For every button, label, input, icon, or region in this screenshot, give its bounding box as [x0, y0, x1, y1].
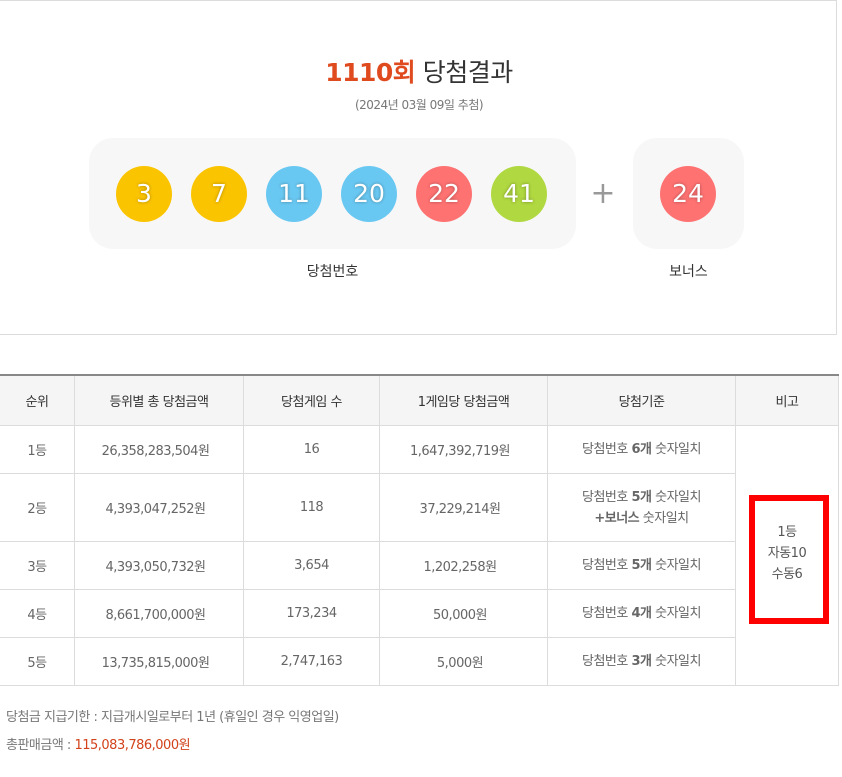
criteria-text: 당첨번호 [582, 442, 632, 457]
payment-deadline-text: 당첨금 지급기한 : 지급개시일로부터 1년 (휴일인 경우 익영업일) [6, 710, 339, 725]
total-sales-text: 총판매금액 : 115,083,786,000원 [6, 734, 191, 753]
criteria-cell: 당첨번호 3개 숫자일치 [547, 637, 736, 686]
header-rank: 순위 [0, 374, 75, 426]
criteria-count: 6개 [631, 442, 652, 457]
winning-games-cell: 2,747,163 [243, 637, 380, 686]
criteria-cell: 당첨번호 5개 숫자일치 [547, 541, 736, 590]
header-note: 비고 [735, 374, 839, 426]
rank-cell: 5등 [0, 637, 75, 686]
criteria-text: 숫자일치 [651, 442, 701, 457]
prize-per-game-cell: 37,229,214원 [379, 473, 548, 542]
header-criteria: 당첨기준 [547, 374, 736, 426]
header-total-prize: 등위별 총 당첨금액 [74, 374, 244, 426]
criteria-count: 5개 [631, 489, 652, 505]
criteria-bonus: +보너스 [594, 510, 640, 526]
table-row: 5등 13,735,815,000원 2,747,163 5,000원 당첨번호… [0, 637, 839, 686]
table-row: 4등 8,661,700,000원 173,234 50,000원 당첨번호 4… [0, 589, 839, 638]
round-number: 1110회 [325, 58, 416, 87]
bonus-ball: 24 [660, 166, 716, 222]
prize-per-game-cell: 50,000원 [379, 589, 548, 638]
bonus-label: 보너스 [669, 264, 708, 280]
criteria-count: 3개 [631, 654, 652, 669]
winning-ball-5: 22 [416, 166, 472, 222]
title-suffix: 당첨결과 [422, 58, 514, 87]
prize-table: 순위 등위별 총 당첨금액 당첨게임 수 1게임당 당첨금액 당첨기준 비고 1… [0, 374, 839, 686]
page-title: 1110회 당첨결과 [0, 53, 838, 89]
result-panel: 1110회 당첨결과 (2024년 03월 09일 추첨) 3 7 11 20 … [0, 0, 837, 335]
criteria-text: 숫자일치 [651, 489, 701, 505]
note-line: 수동6 [771, 567, 803, 582]
criteria-text: 숫자일치 [651, 558, 701, 573]
note-line: 1등 [777, 525, 797, 540]
rank-cell: 2등 [0, 473, 75, 542]
criteria-cell: 당첨번호 4개 숫자일치 [547, 589, 736, 638]
total-prize-cell: 26,358,283,504원 [74, 425, 244, 474]
criteria-text: 당첨번호 [582, 489, 632, 505]
table-row: 3등 4,393,050,732원 3,654 1,202,258원 당첨번호 … [0, 541, 839, 590]
table-header-row: 순위 등위별 총 당첨금액 당첨게임 수 1게임당 당첨금액 당첨기준 비고 [0, 374, 839, 426]
winning-ball-3: 11 [266, 166, 322, 222]
criteria-text: 당첨번호 [582, 558, 632, 573]
total-prize-cell: 8,661,700,000원 [74, 589, 244, 638]
winning-games-cell: 118 [243, 473, 380, 542]
winning-ball-1: 3 [116, 166, 172, 222]
total-prize-cell: 4,393,047,252원 [74, 473, 244, 542]
rank-cell: 3등 [0, 541, 75, 590]
rank-cell: 4등 [0, 589, 75, 638]
winning-numbers-label: 당첨번호 [306, 264, 359, 280]
winning-games-cell: 3,654 [243, 541, 380, 590]
winning-ball-6: 41 [491, 166, 547, 222]
note-text: 1등 자동10 수동6 [736, 522, 838, 585]
note-line: 자동10 [767, 546, 807, 561]
criteria-cell: 당첨번호 6개 숫자일치 [547, 425, 736, 474]
total-sales-label: 총판매금액 : [6, 738, 75, 753]
criteria-text: 당첨번호 [582, 654, 632, 669]
draw-date: (2024년 03월 09일 추첨) [354, 98, 484, 112]
criteria-text: 숫자일치 [639, 510, 689, 526]
criteria-count: 4개 [631, 606, 652, 621]
table-row: 2등 4,393,047,252원 118 37,229,214원 당첨번호 5… [0, 473, 839, 542]
prize-per-game-cell: 5,000원 [379, 637, 548, 686]
header-prize-per-game: 1게임당 당첨금액 [379, 374, 548, 426]
plus-icon: + [590, 176, 616, 211]
rank-cell: 1등 [0, 425, 75, 474]
criteria-text: 당첨번호 [582, 606, 632, 621]
total-prize-cell: 4,393,050,732원 [74, 541, 244, 590]
criteria-cell: 당첨번호 5개 숫자일치 +보너스 숫자일치 [547, 473, 736, 542]
criteria-text: 숫자일치 [651, 606, 701, 621]
header-winning-games: 당첨게임 수 [243, 374, 380, 426]
winning-ball-2: 7 [191, 166, 247, 222]
total-prize-cell: 13,735,815,000원 [74, 637, 244, 686]
criteria-text: 숫자일치 [651, 654, 701, 669]
prize-per-game-cell: 1,202,258원 [379, 541, 548, 590]
total-sales-amount: 115,083,786,000원 [74, 738, 191, 753]
winning-ball-4: 20 [341, 166, 397, 222]
table-row: 1등 26,358,283,504원 16 1,647,392,719원 당첨번… [0, 425, 839, 686]
winning-games-cell: 173,234 [243, 589, 380, 638]
note-cell: 1등 자동10 수동6 [735, 425, 839, 686]
criteria-count: 5개 [631, 558, 652, 573]
winning-games-cell: 16 [243, 425, 380, 474]
prize-per-game-cell: 1,647,392,719원 [379, 425, 548, 474]
